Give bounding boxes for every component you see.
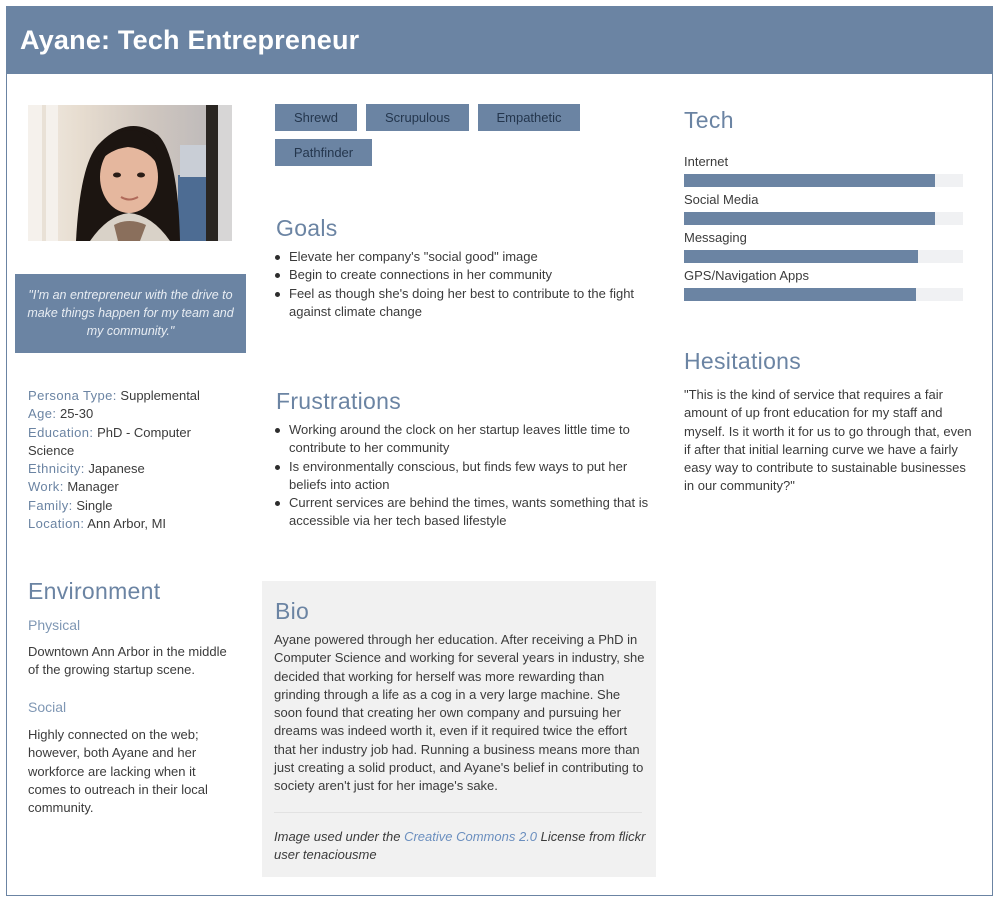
environment-social-label: Social [28,699,67,715]
frustrations-list: Working around the clock on her startup … [274,421,654,531]
image-credit: Image used under the Creative Commons 2.… [274,829,646,863]
tech-bar-fill [684,250,919,263]
fact-location: Location: Ann Arbor, MI [28,516,167,532]
tech-bar [684,174,963,187]
bio-section: Bio Ayane powered through her education.… [262,581,656,877]
hesitations-heading: Hesitations [684,348,802,374]
list-item: Elevate her company's "social good" imag… [274,248,644,266]
trait-tag: Shrewd [275,104,357,131]
bio-text: Ayane powered through her education. Aft… [274,632,645,794]
bio-heading: Bio [275,598,310,624]
list-item: Feel as though she's doing her best to c… [274,285,644,322]
fact-family: Family: Single [28,497,113,513]
persona-quote: "I'm an entrepreneur with the drive to m… [15,274,246,353]
hesitations-text: "This is the kind of service that requir… [684,387,972,494]
persona-facts: Persona Type: Supplemental Age: 25-30 Ed… [28,387,233,533]
trait-tag: Empathetic [478,104,580,131]
environment-physical-label: Physical [28,617,81,633]
persona-photo-image [28,105,232,241]
tech-bar [684,250,963,263]
fact-work: Work: Manager [28,479,119,495]
tech-bar-fill [684,288,916,301]
persona-card: Ayane: Tech Entrepreneur "I'm an entrepr… [6,6,993,896]
environment-social-text: Highly connected on the web; however, bo… [28,727,208,816]
tech-label: Messaging [684,230,747,245]
goals-heading: Goals [276,215,338,241]
tech-heading: Tech [684,107,734,133]
fact-ethnicity: Ethnicity: Japanese [28,461,145,477]
tech-bar-fill [684,212,936,225]
list-item: Is environmentally conscious, but finds … [274,458,654,495]
environment-heading: Environment [28,578,161,604]
persona-header: Ayane: Tech Entrepreneur [7,7,992,74]
trait-tag: Pathfinder [275,139,372,166]
goals-list: Elevate her company's "social good" imag… [274,248,644,321]
frustrations-heading: Frustrations [276,388,402,414]
fact-education: Education: PhD - Computer Science [28,424,191,458]
tech-label: GPS/Navigation Apps [684,268,810,283]
persona-title: Ayane: Tech Entrepreneur [20,25,360,55]
trait-tag: Scrupulous [366,104,469,131]
fact-persona-type: Persona Type: Supplemental [28,388,200,403]
tech-label: Social Media [684,192,759,207]
creative-commons-link[interactable]: Creative Commons 2.0 [404,829,537,844]
bio-divider [274,812,642,813]
environment-physical-text: Downtown Ann Arbor in the middle of the … [28,644,227,678]
tech-bar [684,212,963,225]
fact-age: Age: 25-30 [28,406,94,422]
persona-photo [28,105,232,241]
list-item: Working around the clock on her startup … [274,421,654,458]
tech-bar [684,288,963,301]
list-item: Begin to create connections in her commu… [274,266,644,284]
tech-label: Internet [684,154,729,169]
tech-bar-fill [684,174,936,187]
list-item: Current services are behind the times, w… [274,494,654,531]
